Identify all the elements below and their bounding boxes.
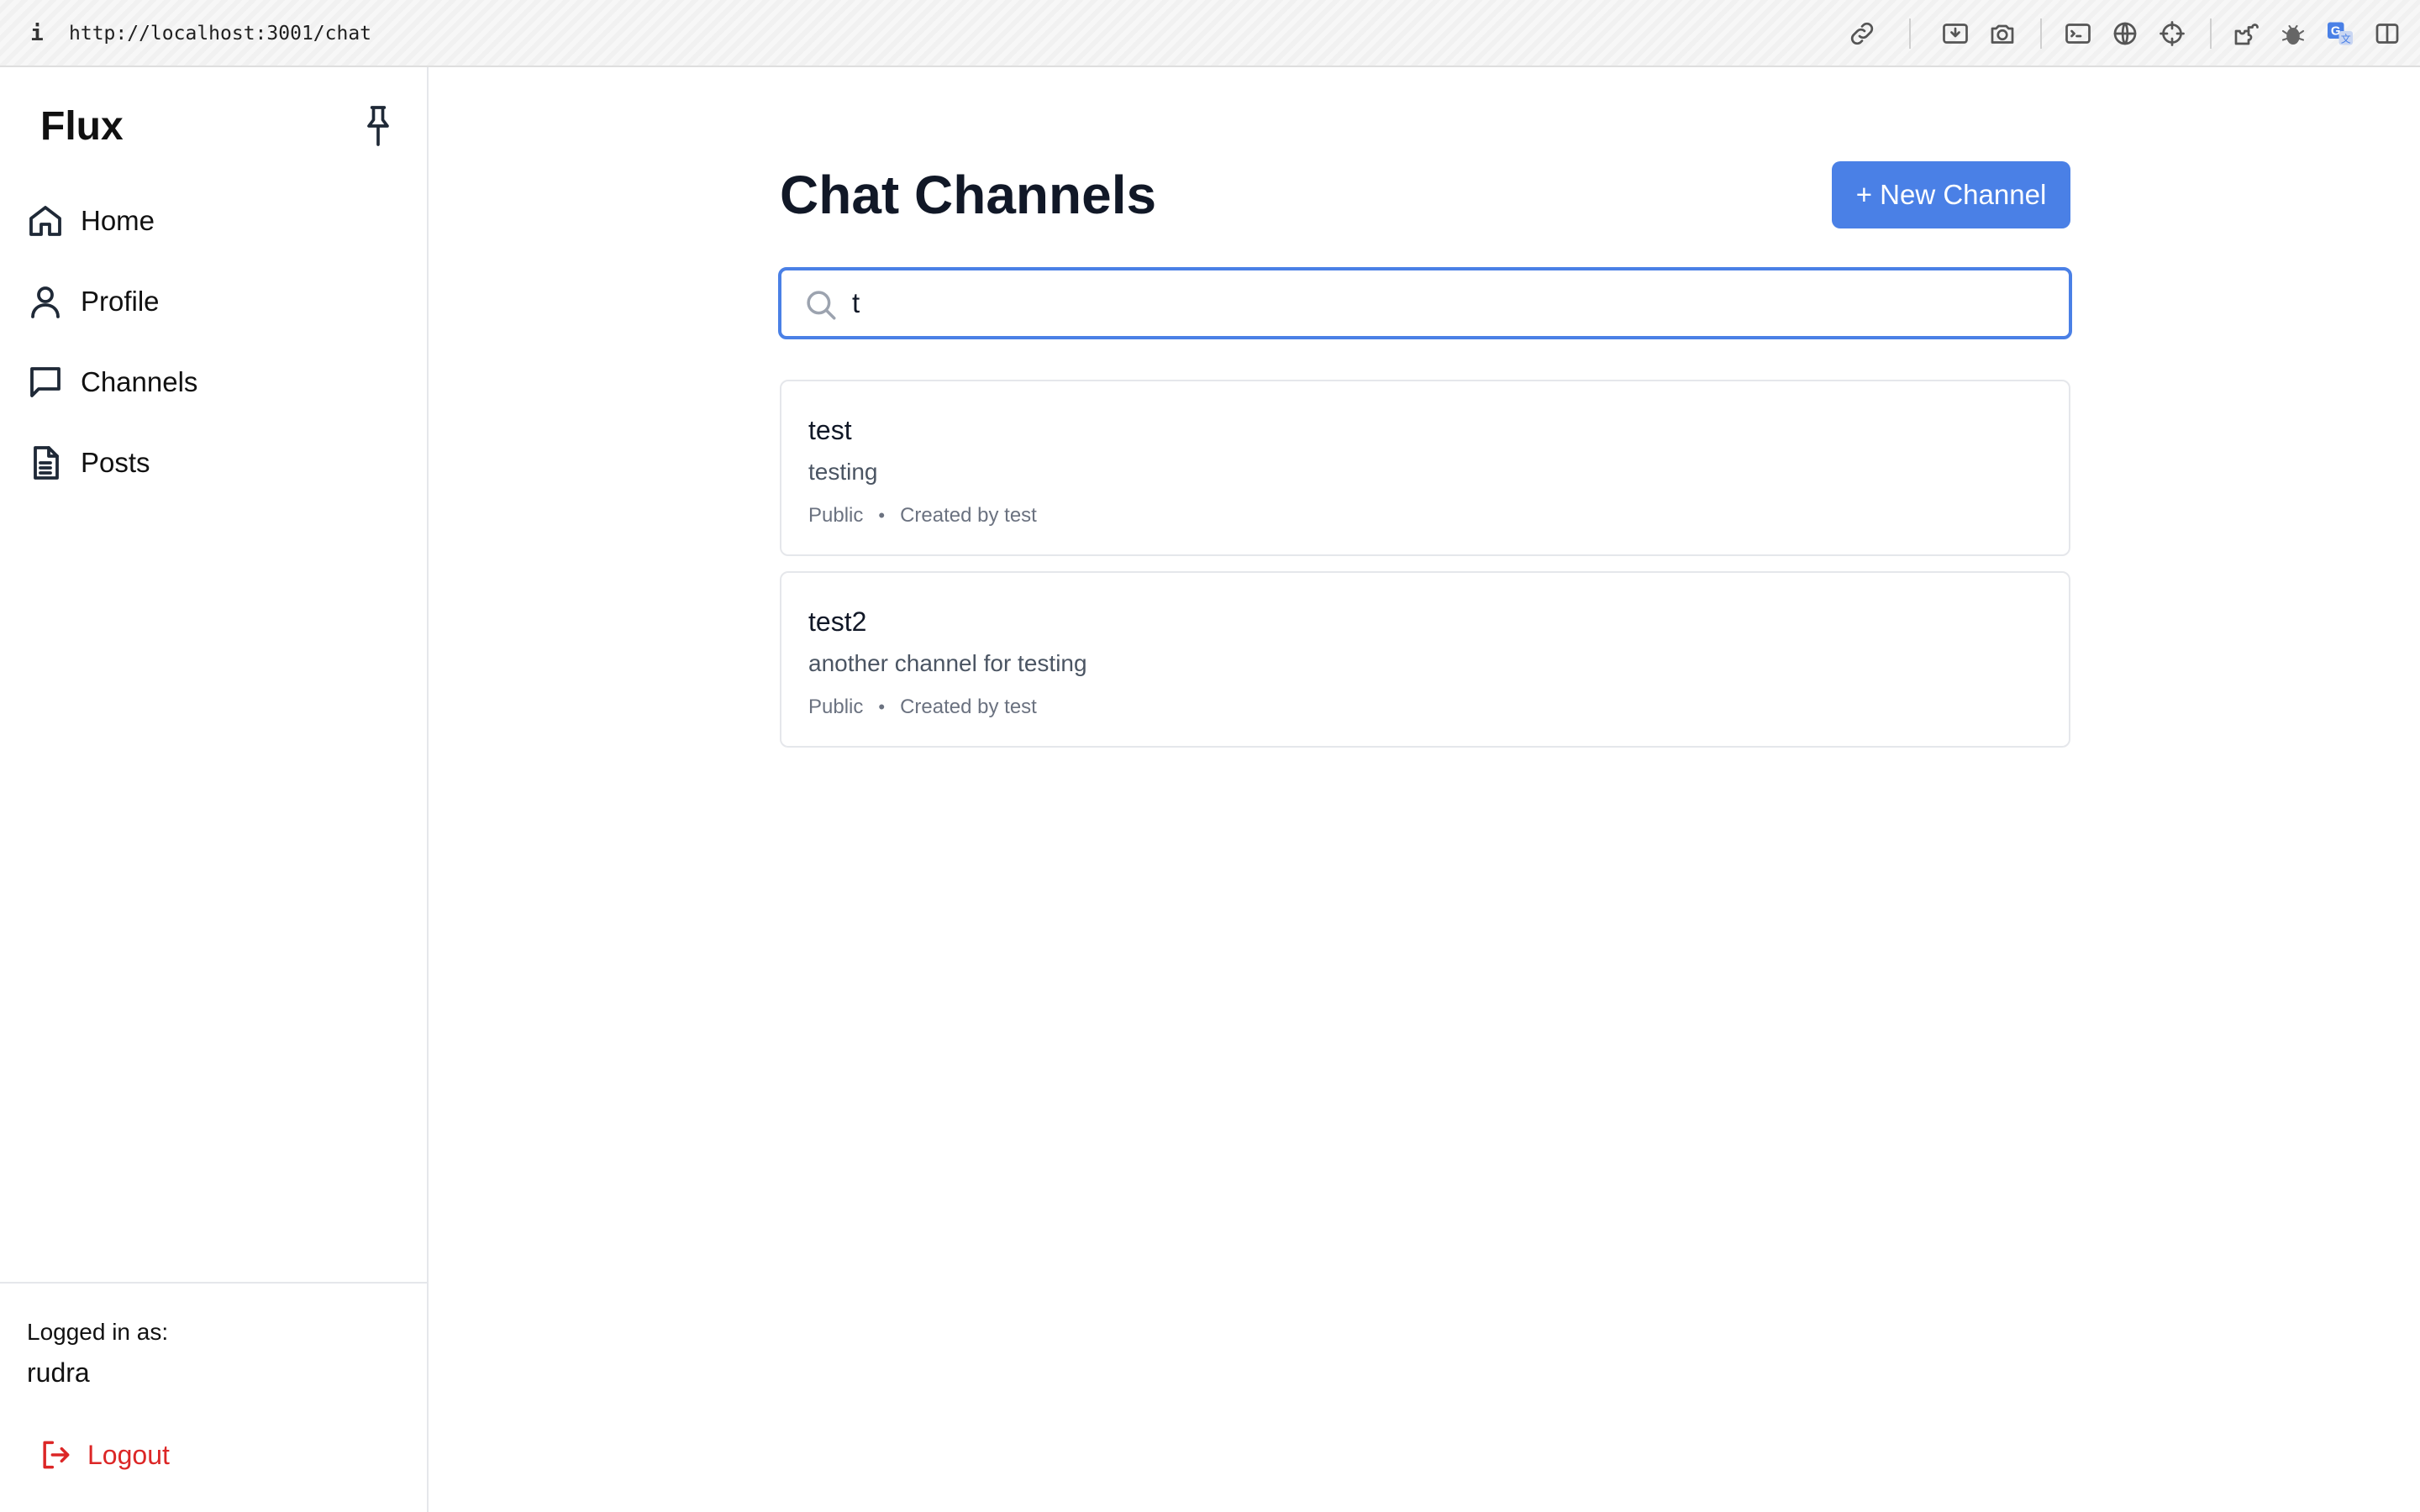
channel-name: test2	[808, 606, 867, 637]
toolbar-separator	[2040, 18, 2042, 49]
document-icon	[25, 443, 66, 483]
home-icon	[25, 201, 66, 241]
svg-text:文: 文	[2341, 33, 2351, 45]
logout-icon	[37, 1436, 74, 1473]
channel-creator: Created by test	[900, 504, 1037, 527]
channel-card[interactable]: test2 another channel for testing Public…	[780, 571, 2070, 748]
sidebar-item-home[interactable]: Home	[24, 194, 410, 248]
globe-icon[interactable]	[2110, 18, 2140, 49]
sidebar-toggle-icon[interactable]	[2372, 18, 2402, 49]
sidebar-item-profile[interactable]: Profile	[24, 275, 410, 328]
toolbar-separator	[2210, 18, 2212, 49]
meta-separator: •	[878, 505, 886, 526]
channel-description: testing	[808, 459, 878, 485]
terminal-icon[interactable]	[2063, 18, 2093, 49]
camera-icon[interactable]	[1987, 18, 2018, 49]
chat-bubble-icon	[25, 362, 66, 402]
sidebar-item-label: Home	[81, 205, 155, 236]
current-username: rudra	[27, 1357, 90, 1388]
search-input[interactable]	[852, 282, 2045, 324]
sidebar-footer: Logged in as: rudra Logout	[0, 1282, 427, 1512]
sidebar-item-channels[interactable]: Channels	[24, 355, 410, 409]
link-icon[interactable]	[1847, 18, 1877, 49]
site-info-icon[interactable]: i	[29, 18, 45, 49]
channel-card[interactable]: test testing Public • Created by test	[780, 380, 2070, 556]
channel-meta: Public • Created by test	[808, 696, 1037, 719]
extensions-icon[interactable]	[2231, 18, 2261, 49]
sidebar-item-posts[interactable]: Posts	[24, 436, 410, 490]
logged-in-label: Logged in as:	[27, 1319, 169, 1345]
page-title: Chat Channels	[780, 165, 1157, 225]
pin-icon[interactable]	[360, 102, 397, 150]
sidebar: Flux Home Profile Channels Posts Logged …	[0, 67, 429, 1512]
translate-icon[interactable]: G文	[2325, 18, 2355, 49]
sidebar-item-label: Posts	[81, 447, 150, 478]
address-bar[interactable]: http://localhost:3001/chat	[69, 18, 371, 49]
bug-icon[interactable]	[2278, 18, 2308, 49]
crosshair-icon[interactable]	[2157, 18, 2187, 49]
logout-label: Logout	[87, 1439, 170, 1470]
channel-name: test	[808, 415, 852, 445]
search-icon	[803, 287, 839, 323]
user-icon	[25, 281, 66, 322]
channel-visibility: Public	[808, 696, 864, 718]
logout-button[interactable]: Logout	[37, 1431, 170, 1478]
sidebar-item-label: Channels	[81, 366, 198, 397]
channel-meta: Public • Created by test	[808, 504, 1037, 528]
sidebar-item-label: Profile	[81, 286, 160, 317]
toolbar-separator	[1909, 18, 1911, 49]
search-field	[778, 267, 2072, 339]
channel-creator: Created by test	[900, 696, 1037, 718]
brand-logo[interactable]: Flux	[40, 96, 124, 158]
browser-toolbar: i http://localhost:3001/chat G文	[0, 0, 2420, 67]
new-channel-button[interactable]: + New Channel	[1832, 161, 2070, 228]
channel-description: another channel for testing	[808, 650, 1087, 676]
meta-separator: •	[878, 696, 886, 717]
channel-visibility: Public	[808, 504, 864, 527]
download-icon[interactable]	[1940, 18, 1970, 49]
